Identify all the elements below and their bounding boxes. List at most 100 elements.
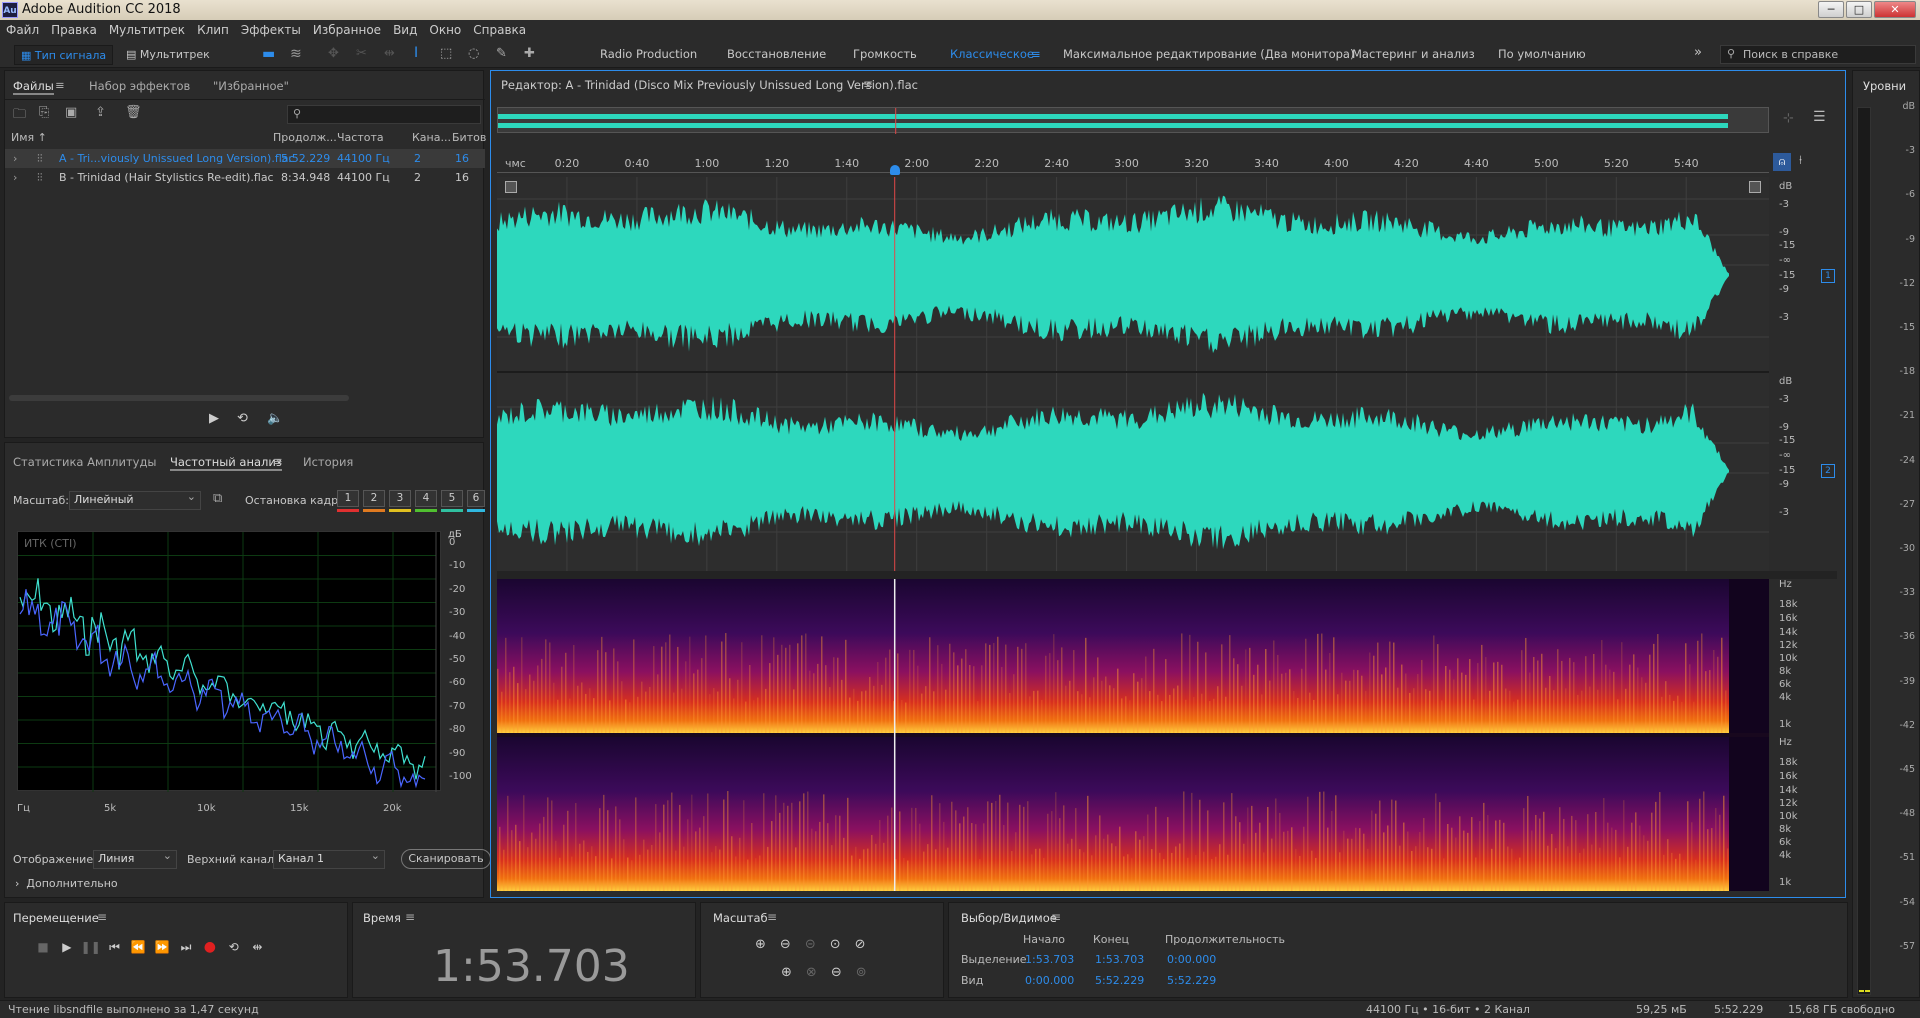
- play-preview-icon[interactable]: ▶: [209, 411, 219, 426]
- scale-dropdown[interactable]: Линейный: [69, 490, 201, 510]
- freeze-button-3[interactable]: 3: [389, 490, 411, 507]
- slip-tool-icon[interactable]: ⇹: [384, 46, 395, 61]
- skip-to-start-icon[interactable]: ⏮: [104, 937, 124, 957]
- menu-clip[interactable]: Клип: [191, 20, 235, 40]
- panel-menu-icon[interactable]: ≡: [767, 910, 777, 924]
- zoom-out-point-icon[interactable]: ⊘: [855, 937, 880, 952]
- selection-duration[interactable]: 0:00.000: [1167, 953, 1216, 966]
- column-rate[interactable]: Частота: [337, 131, 384, 144]
- zoom-in-point-icon[interactable]: ⊙: [830, 937, 855, 952]
- workspace-menu-icon[interactable]: ≡: [1031, 47, 1041, 61]
- time-ruler[interactable]: чмс 0:20 0:40 1:00 1:20 1:40 2:00 2:20 2:40 3:00 3…: [497, 155, 1769, 175]
- minimize-button[interactable]: ─: [1818, 1, 1844, 18]
- zoom-to-selection-icon[interactable]: ⊗: [806, 965, 831, 980]
- fast-forward-icon[interactable]: ⏩: [152, 937, 172, 957]
- menu-help[interactable]: Справка: [467, 20, 532, 40]
- workspace-classic[interactable]: Классическое: [950, 47, 1034, 61]
- panel-menu-icon[interactable]: ≡: [405, 910, 415, 924]
- delete-file-icon[interactable]: 🗑: [125, 105, 142, 120]
- new-file-icon[interactable]: ▣: [65, 105, 77, 120]
- selection-start[interactable]: 1:53.703: [1025, 953, 1074, 966]
- zoom-to-fit-icon[interactable]: ⊚: [856, 965, 881, 980]
- workspace-loudness[interactable]: Громкость: [853, 47, 917, 61]
- time-selection-tool-icon[interactable]: I: [414, 45, 418, 61]
- zoom-out-time-icon[interactable]: ⊖: [831, 965, 856, 980]
- options-icon[interactable]: ☰: [1813, 109, 1826, 125]
- spectral-divider[interactable]: [497, 571, 1837, 579]
- view-end[interactable]: 5:52.229: [1095, 974, 1144, 987]
- workspace-radio-production[interactable]: Radio Production: [600, 47, 697, 61]
- tab-frequency-analysis[interactable]: Частотный анализ: [170, 455, 282, 471]
- freeze-button-5[interactable]: 5: [441, 490, 463, 507]
- spectral-view-icon[interactable]: ≋: [290, 46, 302, 62]
- column-bits[interactable]: Битов: [452, 131, 486, 144]
- channel-2-toggle[interactable]: 2: [1821, 464, 1835, 478]
- copy-graph-icon[interactable]: ⧉: [213, 491, 222, 506]
- panel-menu-icon[interactable]: ≡: [273, 454, 283, 468]
- spectral-display[interactable]: [497, 579, 1769, 891]
- tab-favorites[interactable]: "Избранное": [213, 79, 289, 93]
- waveform-display[interactable]: [497, 177, 1769, 571]
- time-display[interactable]: 1:53.703: [433, 941, 630, 992]
- record-icon[interactable]: ●: [200, 937, 220, 957]
- column-channels[interactable]: Кана...: [412, 131, 451, 144]
- fade-out-handle-icon[interactable]: [1749, 181, 1761, 193]
- menu-multitrack[interactable]: Мультитрек: [103, 20, 191, 40]
- menu-view[interactable]: Вид: [387, 20, 423, 40]
- advanced-toggle[interactable]: › Дополнительно: [15, 877, 118, 890]
- channel-1-toggle[interactable]: 1: [1821, 269, 1835, 283]
- rewind-icon[interactable]: ⏪: [128, 937, 148, 957]
- skip-to-end-icon[interactable]: ⏭: [176, 937, 196, 957]
- tab-files[interactable]: Файлы: [13, 79, 54, 95]
- lasso-tool-icon[interactable]: ◌: [468, 46, 479, 61]
- zoom-in-amplitude-icon[interactable]: ⊕: [755, 937, 780, 952]
- channel-dropdown[interactable]: Канал 1: [273, 849, 385, 869]
- menu-favorites[interactable]: Избранное: [307, 20, 387, 40]
- freeze-button-2[interactable]: 2: [363, 490, 385, 507]
- menu-file[interactable]: Файл: [0, 20, 45, 40]
- play-icon[interactable]: ▶: [57, 937, 77, 957]
- snap-icon[interactable]: ⍝: [1773, 153, 1791, 171]
- expand-icon[interactable]: ›: [13, 168, 17, 187]
- loop-playback-icon[interactable]: ⟲: [224, 937, 244, 957]
- open-file-icon[interactable]: 🗀: [13, 105, 26, 127]
- pause-icon[interactable]: ❚❚: [81, 937, 101, 957]
- zoom-in-time-icon[interactable]: ⊕: [781, 965, 806, 980]
- tab-amplitude-stats[interactable]: Статистика Амплитуды: [13, 455, 157, 469]
- waveform-mode-button[interactable]: ▦ Тип сигнала: [14, 45, 114, 65]
- import-file-icon[interactable]: ⎘: [39, 105, 49, 120]
- overview-navigator[interactable]: [497, 107, 1769, 134]
- move-tool-icon[interactable]: ✥: [328, 46, 339, 61]
- freeze-button-4[interactable]: 4: [415, 490, 437, 507]
- workspace-restoration[interactable]: Восстановление: [727, 47, 826, 61]
- razor-tool-icon[interactable]: ✂: [356, 46, 367, 61]
- panel-menu-icon[interactable]: ≡: [55, 78, 65, 92]
- panel-menu-icon[interactable]: ≡: [97, 910, 107, 924]
- scan-button[interactable]: Сканировать: [401, 849, 491, 869]
- zoom-out-full-icon[interactable]: ⊝: [805, 937, 830, 952]
- file-row[interactable]: › ⫶⫶ A - Tri...viously Unissued Long Ver…: [5, 149, 485, 168]
- freeze-button-1[interactable]: 1: [337, 490, 359, 507]
- files-search[interactable]: ⚲: [287, 105, 481, 124]
- fade-in-handle-icon[interactable]: [505, 181, 517, 193]
- healing-tool-icon[interactable]: ✚: [524, 46, 535, 61]
- loop-preview-icon[interactable]: ⟲: [237, 411, 248, 426]
- help-search[interactable]: ⚲ Поиск в справке: [1720, 45, 1916, 64]
- workspace-max-editing[interactable]: Максимальное редактирование (Два монитор…: [1063, 47, 1354, 61]
- workspace-mastering[interactable]: Мастеринг и анализ: [1352, 47, 1475, 61]
- waveform-view-icon[interactable]: ▬: [262, 46, 275, 62]
- help-search-input[interactable]: Поиск в справке: [1743, 48, 1838, 61]
- column-name[interactable]: Имя ↑: [11, 131, 47, 144]
- menu-edit[interactable]: Правка: [45, 20, 103, 40]
- display-dropdown[interactable]: Линия: [93, 849, 177, 869]
- expand-icon[interactable]: ›: [13, 149, 17, 168]
- stop-icon[interactable]: ■: [33, 937, 53, 957]
- maximize-button[interactable]: □: [1846, 1, 1872, 18]
- zoom-fit-icon[interactable]: ⊹: [1783, 111, 1794, 126]
- freeze-button-6[interactable]: 6: [467, 490, 485, 507]
- more-workspaces-icon[interactable]: »: [1694, 45, 1702, 60]
- brush-tool-icon[interactable]: ✎: [496, 46, 507, 61]
- panel-menu-icon[interactable]: ≡: [1051, 910, 1061, 924]
- zoom-out-amplitude-icon[interactable]: ⊖: [780, 937, 805, 952]
- tab-effects-rack[interactable]: Набор эффектов: [89, 79, 190, 93]
